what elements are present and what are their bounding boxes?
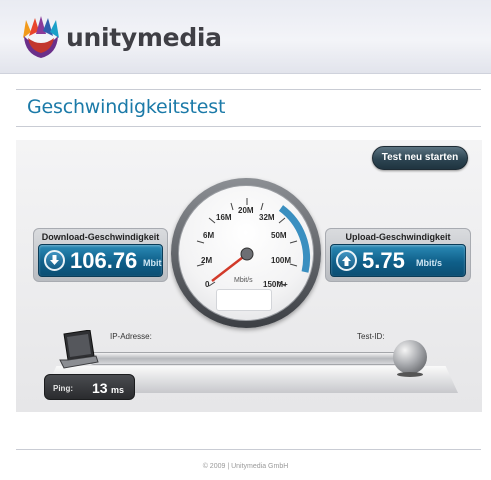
footer-copyright: © 2009 | Unitymedia GmbH [202,463,289,470]
ping-label: Ping: [53,384,73,393]
gauge-tick-label: 20M [238,206,254,215]
ping-value: 13 [92,380,108,396]
gauge-tick-label: 2M [201,256,213,265]
brand-name: unitymedia [66,23,222,52]
gauge-tick-label: 0 [205,280,210,289]
arrow-up-icon [336,250,357,271]
ping-unit: ms [111,385,125,395]
header: unitymedia [0,0,491,74]
speed-gauge: 0 2M 6M 16M 20M 32M 50M 100M 150M+ Mbit/… [171,178,321,328]
gauge-tick-label: 100M [271,256,292,265]
download-speed-value: 106.76 [70,248,138,273]
download-speed-box: Download-Geschwindigkeit 106.76 Mbit [33,228,168,282]
gauge-tick-label: 32M [259,213,275,222]
ip-address-label: IP-Adresse: [110,332,152,341]
upload-speed-label: Upload-Geschwindigkeit [345,232,451,242]
restart-test-button[interactable]: Test neu starten [372,146,468,170]
gauge-tick-label: 150M+ [263,280,288,289]
globe-stand [397,372,423,377]
upload-speed-unit: Mbit/s [416,258,442,268]
laptop-icon [59,330,99,369]
gauge-dial: 0 2M 6M 16M 20M 32M 50M 100M 150M+ Mbit/… [178,185,314,321]
title-rule-bottom [16,126,481,127]
gauge-tick-label: 16M [216,213,232,222]
gauge-readout [216,289,272,311]
download-speed-label: Download-Geschwindigkeit [41,232,160,242]
download-speed-unit: Mbit [143,258,162,268]
gauge-tick-label: 50M [271,231,287,240]
upload-speed-box: Upload-Geschwindigkeit 5.75 Mbit/s [325,228,471,282]
footer-rule [16,449,481,450]
page-title: Geschwindigkeitstest [27,96,226,118]
connection-progress-bar [88,352,406,365]
arrow-down-icon [44,250,65,271]
gauge-tick-label: 6M [203,231,215,240]
download-speed-display: 106.76 Mbit [38,244,163,277]
upload-speed-value: 5.75 [362,248,405,273]
gauge-unit-label: Mbit/s [234,277,253,284]
upload-speed-display: 5.75 Mbit/s [330,244,466,277]
test-id-label: Test-ID: [357,332,385,341]
globe-icon [393,340,427,374]
title-rule-top [16,89,481,90]
ping-box: Ping: 13 ms [44,374,135,400]
unitymedia-logo-icon [23,16,59,58]
gauge-hub [240,247,254,261]
